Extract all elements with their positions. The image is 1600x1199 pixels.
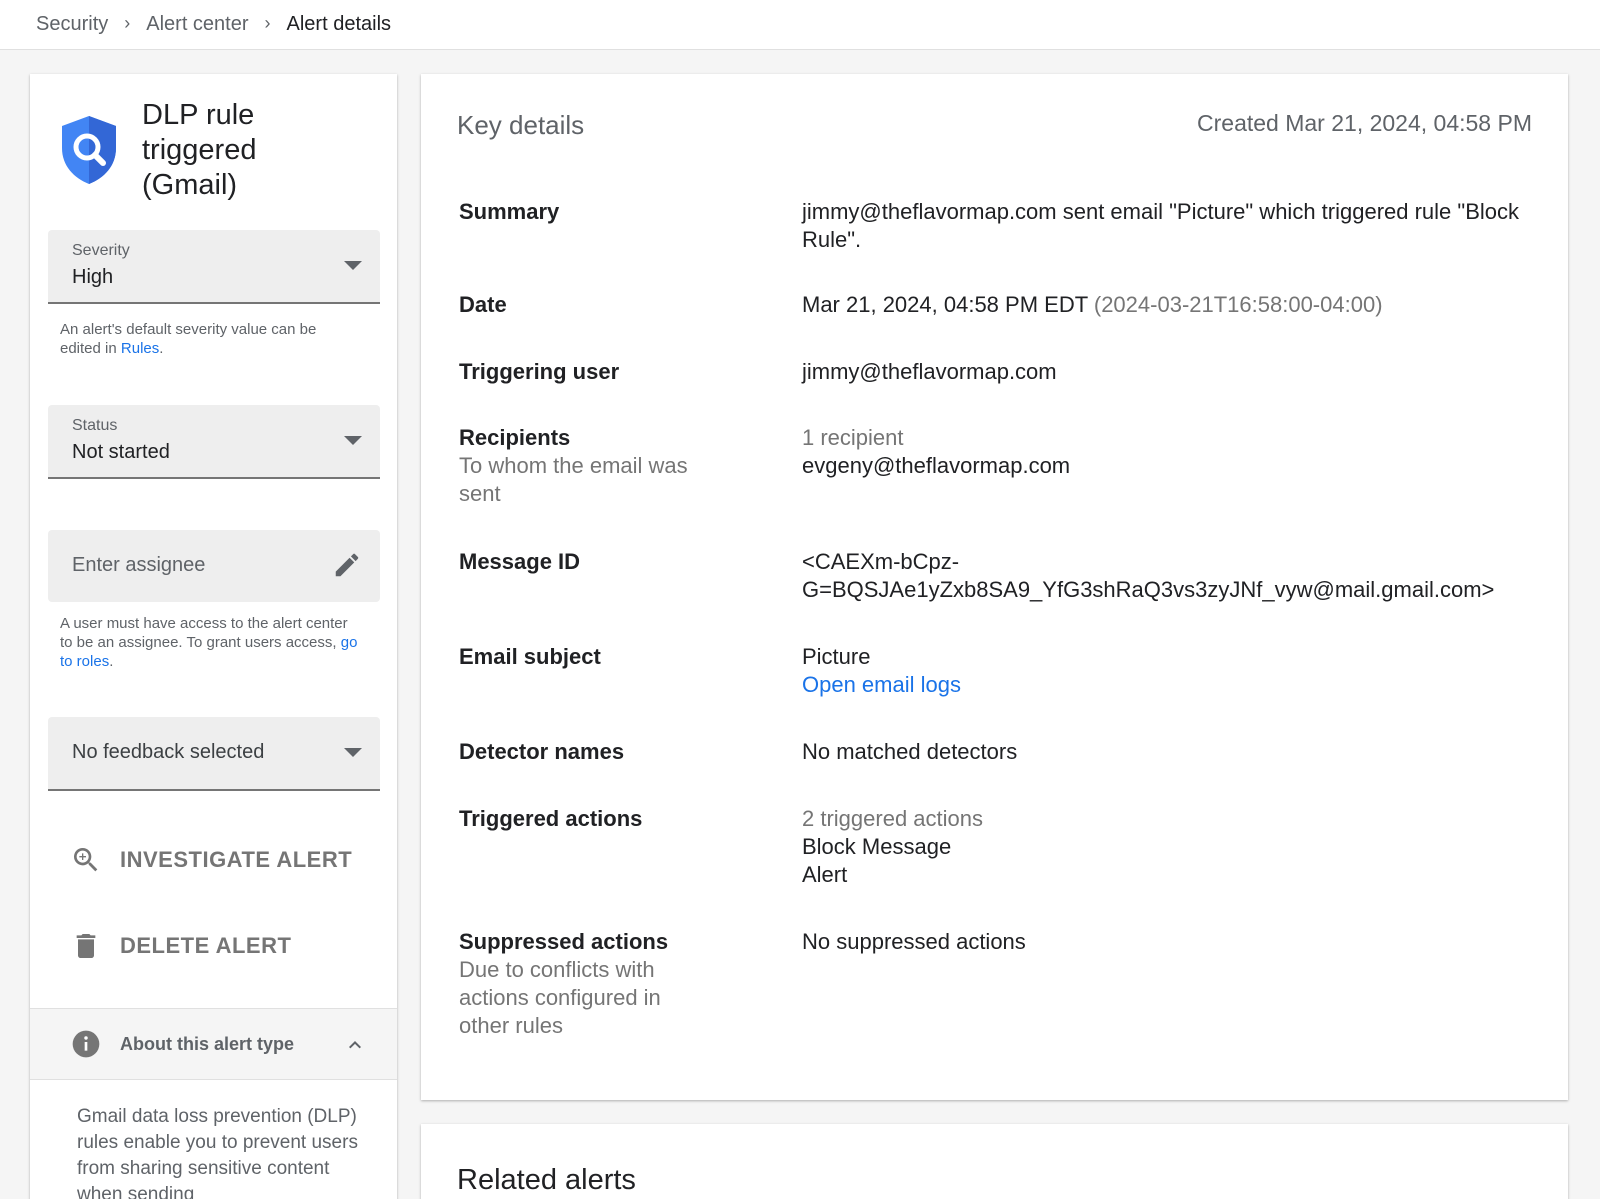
chevron-right-icon: › xyxy=(124,13,131,33)
assignee-helper: A user must have access to the alert cen… xyxy=(60,614,360,671)
related-alerts-title: Related alerts xyxy=(457,1164,636,1196)
triggered-action-item: Alert xyxy=(802,862,848,887)
dropdown-arrow-icon xyxy=(344,436,362,445)
triggering-user-value: jimmy@theflavormap.com xyxy=(802,359,1057,384)
related-alerts-card: Related alerts xyxy=(421,1124,1568,1199)
key-details-title: Key details xyxy=(457,110,585,140)
created-timestamp: Created Mar 21, 2024, 04:58 PM xyxy=(1197,110,1532,136)
summary-value: jimmy@theflavormap.com sent email "Pictu… xyxy=(802,199,1520,252)
status-select[interactable]: Status Not started xyxy=(48,405,380,479)
chevron-right-icon: › xyxy=(264,13,271,33)
assignee-field[interactable]: Enter assignee xyxy=(48,530,380,602)
recipients-sublabel: To whom the email was sent xyxy=(459,453,688,506)
open-email-logs-link[interactable]: Open email logs xyxy=(802,671,1542,699)
assignee-helper-text: A user must have access to the alert cen… xyxy=(60,615,348,651)
status-value: Not started xyxy=(72,441,170,463)
delete-alert-button[interactable]: DELETE ALERT xyxy=(70,930,291,962)
investigate-alert-label: INVESTIGATE ALERT xyxy=(120,847,353,872)
triggered-actions-count: 2 triggered actions xyxy=(802,806,983,831)
about-alert-type-label: About this alert type xyxy=(120,1033,295,1054)
suppressed-actions-value: No suppressed actions xyxy=(802,929,1026,954)
assignee-placeholder: Enter assignee xyxy=(72,554,206,576)
shield-search-icon xyxy=(62,116,116,184)
recipients-count: 1 recipient xyxy=(802,425,904,450)
date-value: Mar 21, 2024, 04:58 PM EDT xyxy=(802,292,1088,317)
summary-label: Summary xyxy=(459,199,560,224)
breadcrumb-alert-details: Alert details xyxy=(286,13,392,35)
detector-names-value: No matched detectors xyxy=(802,739,1018,764)
alert-side-panel: DLP rule triggered (Gmail) Severity High… xyxy=(30,74,397,1199)
message-id-label: Message ID xyxy=(459,549,581,574)
triggering-user-label: Triggering user xyxy=(459,359,620,384)
severity-label: Severity xyxy=(72,242,130,259)
email-subject-value: Picture xyxy=(802,644,871,669)
detector-names-label: Detector names xyxy=(459,739,625,764)
breadcrumb: Security › Alert center › Alert details xyxy=(0,0,1600,50)
message-id-line1: <CAEXm-bCpz- xyxy=(802,549,960,574)
chevron-up-icon xyxy=(349,1041,361,1049)
severity-select[interactable]: Severity High xyxy=(48,230,380,304)
dropdown-arrow-icon xyxy=(344,748,362,757)
recipients-value: evgeny@theflavormap.com xyxy=(802,453,1071,478)
assignee-helper-suffix: . xyxy=(109,653,114,670)
triggered-action-item: Block Message xyxy=(802,834,952,859)
date-iso: (2024-03-21T16:58:00-04:00) xyxy=(1093,292,1383,317)
dropdown-arrow-icon xyxy=(344,261,362,270)
alert-header: DLP rule triggered (Gmail) xyxy=(58,98,312,203)
rules-link[interactable]: Rules xyxy=(121,340,159,357)
breadcrumb-security[interactable]: Security xyxy=(36,13,108,36)
trash-icon xyxy=(76,934,96,958)
zoom-in-icon xyxy=(74,848,98,872)
suppressed-actions-sublabel: Due to conflicts with actions configured… xyxy=(459,957,661,1038)
severity-value: High xyxy=(72,266,114,288)
recipients-label: Recipients xyxy=(459,425,571,450)
breadcrumb-alert-center[interactable]: Alert center xyxy=(146,13,248,36)
about-alert-type-text: Gmail data loss prevention (DLP) rules e… xyxy=(77,1106,358,1199)
delete-alert-label: DELETE ALERT xyxy=(120,933,292,958)
date-label: Date xyxy=(459,292,507,317)
email-subject-label: Email subject xyxy=(459,644,601,669)
message-id-line2: G=BQSJAe1yZxb8SA9_YfG3shRaQ3vs3zyJNf_vyw… xyxy=(802,577,1495,602)
triggered-actions-label: Triggered actions xyxy=(459,806,643,831)
suppressed-actions-label: Suppressed actions xyxy=(459,929,669,954)
info-icon xyxy=(72,1030,100,1058)
feedback-value: No feedback selected xyxy=(72,741,265,763)
investigate-alert-button[interactable]: INVESTIGATE ALERT xyxy=(70,844,352,876)
status-label: Status xyxy=(72,417,118,434)
severity-helper: An alert's default severity value can be… xyxy=(60,320,360,358)
feedback-select[interactable]: No feedback selected xyxy=(48,717,380,791)
severity-helper-text: An alert's default severity value can be… xyxy=(60,321,317,357)
alert-title: DLP rule triggered (Gmail) xyxy=(142,99,257,201)
severity-helper-suffix: . xyxy=(159,340,164,357)
pencil-icon[interactable] xyxy=(332,550,362,580)
about-alert-type-toggle[interactable]: About this alert type xyxy=(30,1008,397,1080)
key-details-card: Key details Created Mar 21, 2024, 04:58 … xyxy=(421,74,1568,1100)
